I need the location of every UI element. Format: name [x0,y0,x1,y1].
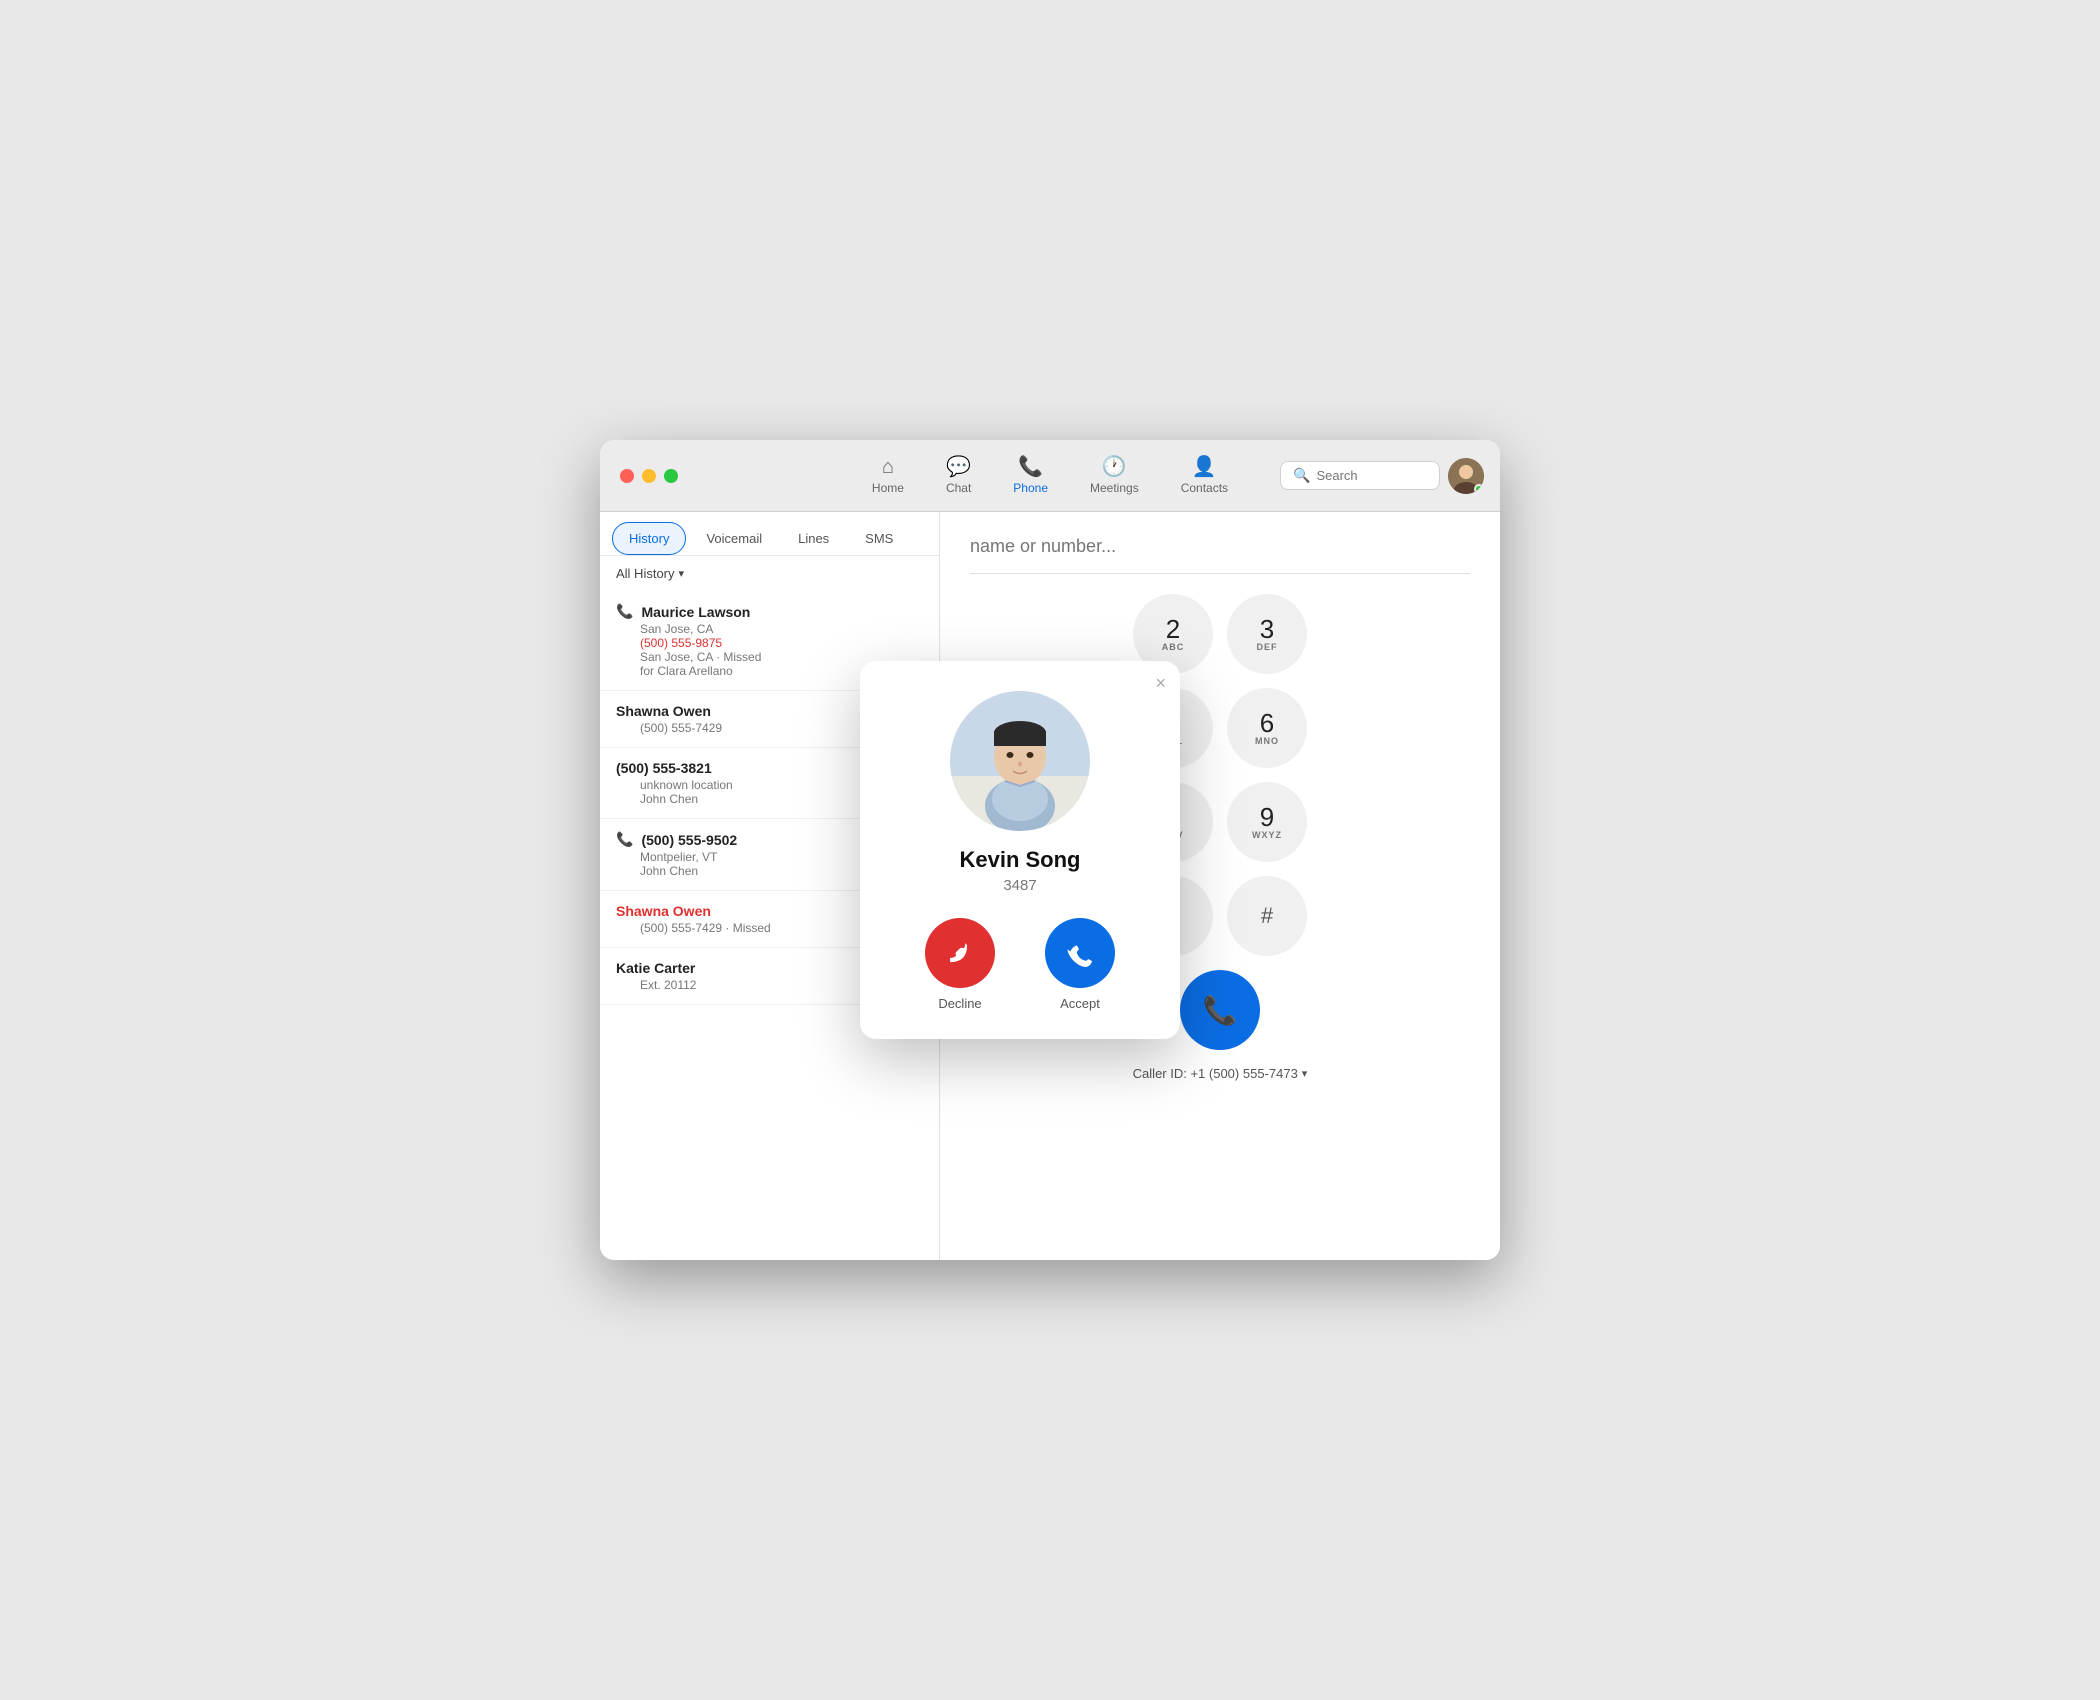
all-history-filter[interactable]: All History ▾ [600,556,939,591]
user-avatar-container [1448,458,1484,494]
nav-label-meetings: Meetings [1090,481,1139,495]
dial-key-9[interactable]: 9 WXYZ [1227,782,1307,862]
search-bar[interactable]: 🔍 [1280,461,1440,490]
dial-number: 2 [1166,616,1180,642]
call-detail: (500) 555-7429 · Missed [640,921,771,935]
contact-name: Maurice Lawson [641,604,750,620]
contact-avatar [950,691,1090,831]
call-button-icon: 📞 [1203,994,1238,1027]
contact-name: (500) 555-9502 [641,832,737,848]
tab-history[interactable]: History [612,522,686,555]
dial-key-hash[interactable]: # [1227,876,1307,956]
call-button[interactable]: 📞 [1180,970,1260,1050]
nav-label-home: Home [872,481,904,495]
call-ext: Ext. 20112 [640,978,696,992]
decline-button[interactable] [925,918,995,988]
tabs-bar: History Voicemail Lines SMS [600,512,939,556]
avatar[interactable] [1448,458,1484,494]
nav-label-chat: Chat [946,481,971,495]
nav-item-home[interactable]: ⌂ Home [856,451,920,501]
dial-key-6[interactable]: 6 MNO [1227,688,1307,768]
tab-lines[interactable]: Lines [782,522,845,555]
nav-label-phone: Phone [1013,481,1048,495]
dial-letters: WXYZ [1252,830,1282,840]
online-indicator [1474,484,1484,494]
nav-bar: ⌂ Home 💬 Chat 📞 Phone 🕐 Meetings 👤 Conta… [856,451,1244,501]
accept-icon [1064,937,1096,969]
dial-number: 9 [1260,804,1274,830]
dial-key-3[interactable]: 3 DEF [1227,594,1307,674]
app-window: ⌂ Home 💬 Chat 📞 Phone 🕐 Meetings 👤 Conta… [600,440,1500,1260]
home-icon: ⌂ [882,457,894,477]
contact-name: Shawna Owen [616,703,711,719]
nav-label-contacts: Contacts [1181,481,1228,495]
contact-location: San Jose, CA [640,622,923,636]
decline-icon [944,937,976,969]
nav-item-chat[interactable]: 💬 Chat [930,451,987,501]
tab-voicemail[interactable]: Voicemail [690,522,778,555]
accept-label: Accept [1060,996,1100,1011]
decline-label: Decline [938,996,981,1011]
search-input[interactable] [1316,468,1427,483]
chevron-down-icon: ▾ [679,567,685,580]
dialer-input-row [970,532,1470,574]
close-button[interactable] [620,469,634,483]
contact-name: Shawna Owen [616,903,711,919]
contact-number: (500) 555-9875 [640,636,923,650]
contacts-icon: 👤 [1192,457,1217,477]
incoming-call-modal: × [860,661,1180,1039]
caller-name: Kevin Song [959,847,1080,873]
chevron-down-icon[interactable]: ▾ [1302,1067,1308,1080]
nav-item-phone[interactable]: 📞 Phone [997,451,1064,501]
caller-extension: 3487 [1003,877,1036,894]
filter-label: All History [616,566,675,581]
meetings-icon: 🕐 [1102,457,1127,477]
call-icon: 📞 [616,603,633,620]
caller-id-label: Caller ID: +1 (500) 555-7473 [1133,1066,1298,1081]
decline-action: Decline [925,918,995,1011]
dial-symbol: # [1261,903,1273,929]
dial-letters: ABC [1162,642,1185,652]
contact-avatar-image [950,691,1090,831]
call-icon: 📞 [616,831,633,848]
contact-name: (500) 555-3821 [616,760,712,776]
phone-icon: 📞 [1018,457,1043,477]
contact-name: Katie Carter [616,960,695,976]
traffic-lights [620,469,678,483]
dial-letters: DEF [1257,642,1278,652]
dial-letters: MNO [1255,736,1279,746]
minimize-button[interactable] [642,469,656,483]
dial-number: 6 [1260,710,1274,736]
dialer-input[interactable] [970,532,1470,561]
tab-sms[interactable]: SMS [849,522,909,555]
caller-id-row: Caller ID: +1 (500) 555-7473 ▾ [970,1066,1470,1081]
chat-icon: 💬 [946,457,971,477]
dial-number: 3 [1260,616,1274,642]
accept-button[interactable] [1045,918,1115,988]
nav-item-meetings[interactable]: 🕐 Meetings [1074,451,1155,501]
titlebar: ⌂ Home 💬 Chat 📞 Phone 🕐 Meetings 👤 Conta… [600,440,1500,512]
modal-close-button[interactable]: × [1155,673,1166,694]
nav-item-contacts[interactable]: 👤 Contacts [1165,451,1244,501]
accept-action: Accept [1045,918,1115,1011]
search-icon: 🔍 [1293,467,1310,484]
maximize-button[interactable] [664,469,678,483]
call-actions: Decline Accept [925,918,1115,1011]
